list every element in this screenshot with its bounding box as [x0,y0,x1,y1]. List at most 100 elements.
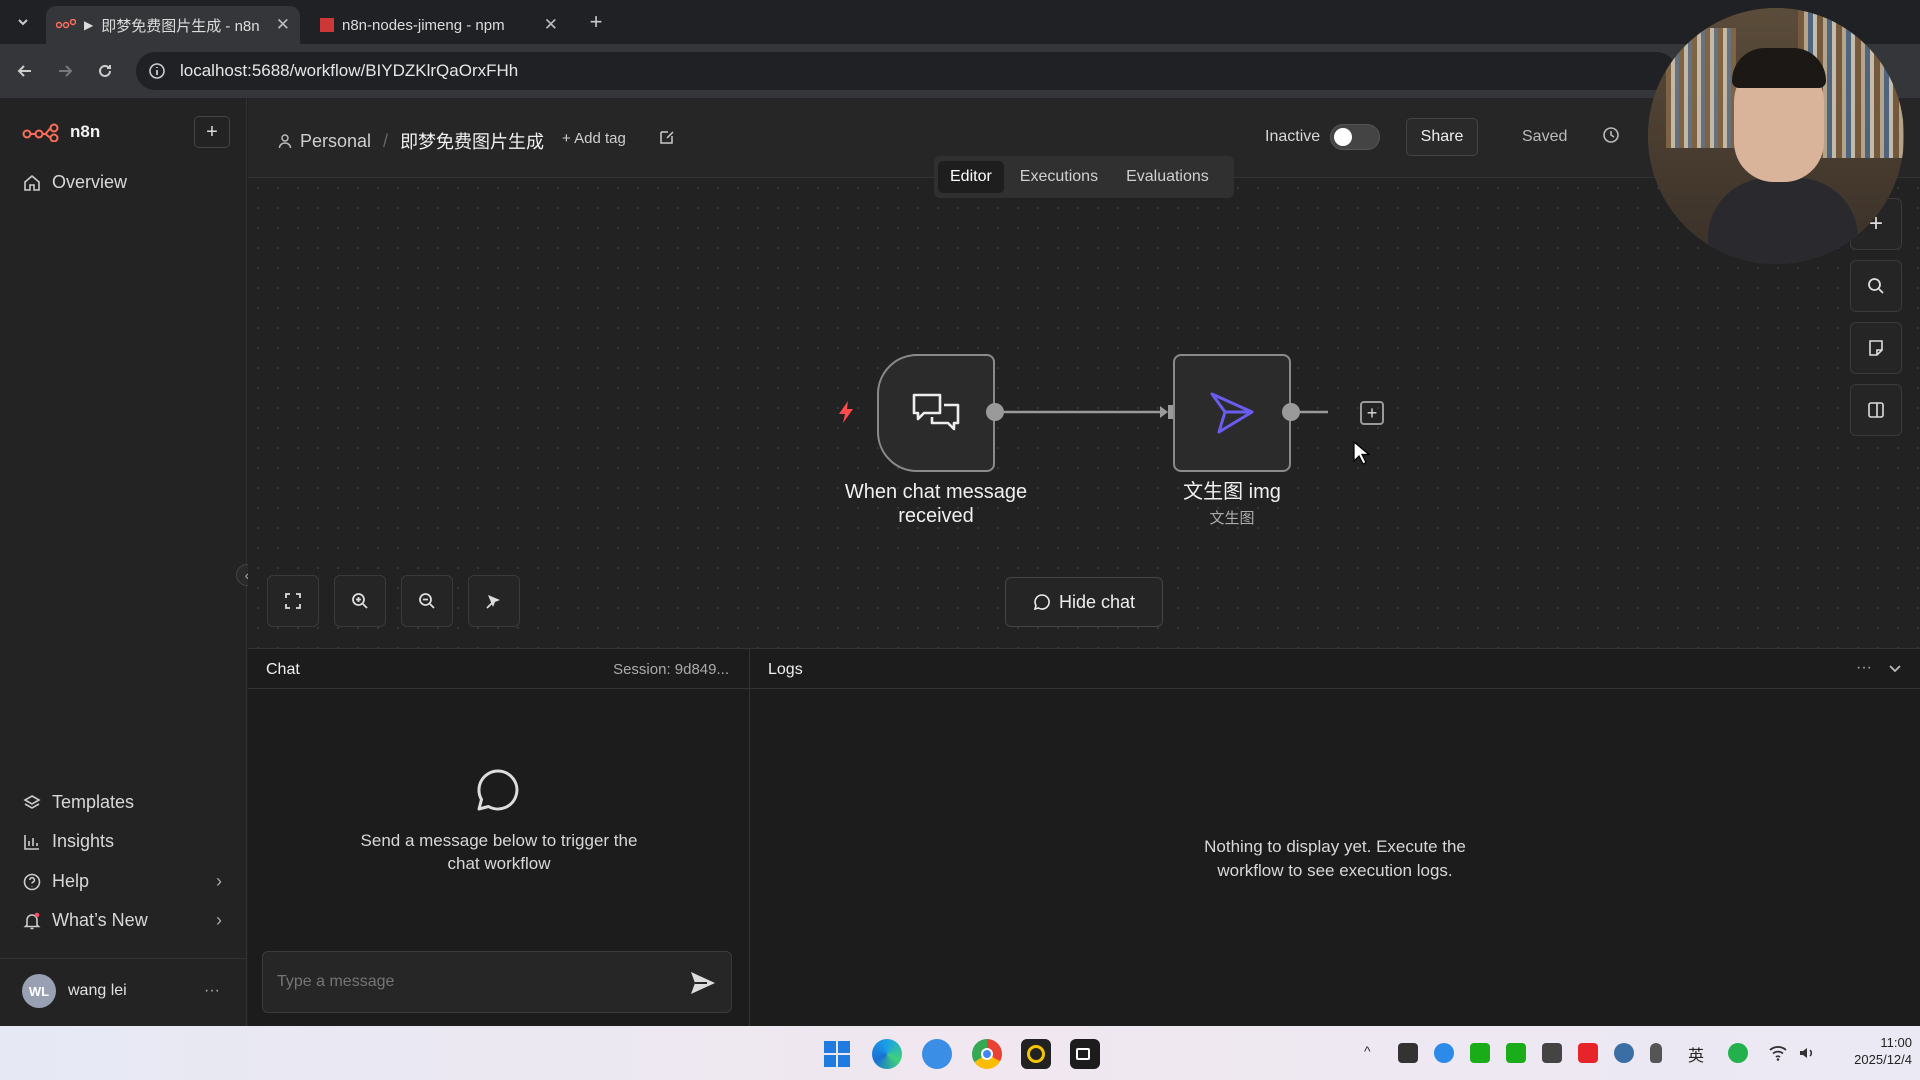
sidebar-item-whats-new[interactable]: What’s New › [22,910,222,931]
recorder-app-icon[interactable] [1021,1039,1051,1069]
avatar: WL [22,974,56,1008]
sidebar-item-help[interactable]: Help › [22,871,222,892]
fit-view-button[interactable] [267,575,319,627]
session-id[interactable]: Session: 9d849... [613,661,729,678]
n8n-favicon-icon [56,19,76,29]
add-tag-button[interactable]: + Add tag [562,130,626,147]
message-input-box [262,951,732,1013]
zoom-in-icon [352,593,368,609]
sidebar-item-label: What’s New [52,910,148,930]
clock-date: 2025/12/4 [1854,1052,1912,1067]
search-nodes-button[interactable] [1850,260,1902,312]
sync-icon[interactable] [1614,1043,1634,1063]
sidebar-item-label: Overview [52,172,128,192]
close-tab-icon[interactable]: ✕ [544,15,558,35]
share-button[interactable]: Share [1406,118,1478,156]
tray-app-icon[interactable] [1434,1043,1454,1063]
logs-empty-text: Nothing to display yet. Execute the work… [1204,837,1466,880]
workflow-name[interactable]: 即梦免费图片生成 [400,128,544,154]
project-link[interactable]: Personal [300,131,371,152]
hide-chat-button[interactable]: Hide chat [1005,577,1163,627]
clock[interactable]: 11:00 2025/12/4 [1832,1034,1912,1068]
start-menu-icon[interactable] [822,1039,852,1069]
edge-browser-icon[interactable] [872,1039,902,1069]
sidebar-item-insights[interactable]: Insights [22,831,114,852]
node-text-to-image[interactable] [1173,354,1291,472]
tab-executions[interactable]: Executions [1008,161,1110,193]
sidebar: n8n + Overview Templates Insights Help ›… [0,98,247,1026]
volume-icon[interactable] [1798,1044,1816,1062]
create-button[interactable]: + [194,116,230,148]
divider [0,958,247,959]
chrome-icon[interactable] [972,1039,1002,1069]
tab-editor[interactable]: Editor [938,161,1004,193]
send-arrow-icon [1210,392,1254,434]
toggle-panel-button[interactable] [1850,384,1902,436]
forward-icon[interactable] [52,58,78,84]
reload-icon[interactable] [92,58,118,84]
tab-list-chevron-icon[interactable] [10,9,36,35]
node-chat-trigger[interactable] [877,354,995,472]
add-next-node-icon[interactable]: + [1360,401,1384,425]
logs-title: Logs [768,661,803,678]
zoom-in-button[interactable] [334,575,386,627]
docker-icon[interactable] [922,1039,952,1069]
brand-name: n8n [70,122,101,141]
wechat-icon[interactable] [1470,1043,1490,1063]
output-handle[interactable] [986,403,1004,421]
browser-tab-npm[interactable]: n8n-nodes-jimeng - npm ✕ [310,6,568,44]
output-handle[interactable] [1282,403,1300,421]
chevron-right-icon: › [216,910,222,930]
chat-empty-icon [477,769,519,811]
active-status-label: Inactive [1265,128,1321,145]
active-toggle[interactable] [1330,124,1380,150]
close-tab-icon[interactable]: ✕ [276,15,290,35]
send-icon[interactable] [689,970,717,996]
tray-app-icon[interactable] [1398,1043,1418,1063]
node-subtitle: 文生图 [1209,510,1255,527]
breadcrumb: Personal / 即梦免费图片生成 [278,128,544,154]
microphone-icon[interactable] [1650,1043,1662,1063]
tray-overflow-icon[interactable]: ^ [1364,1043,1384,1063]
logs-more-icon[interactable]: ··· [1856,659,1872,677]
url-text: localhost:5688/workflow/BIYDZKlrQaOrxFHh [180,61,519,80]
user-menu[interactable]: WL wang lei [22,974,127,1008]
sidebar-item-templates[interactable]: Templates [22,792,134,813]
zoom-out-button[interactable] [401,575,453,627]
toggle-knob [1334,128,1352,146]
chat-bubbles-icon [912,393,960,431]
tray-app-icon[interactable] [1728,1043,1748,1063]
tidy-up-button[interactable] [468,575,520,627]
url-field[interactable]: localhost:5688/workflow/BIYDZKlrQaOrxFHh [136,52,1676,90]
youdao-icon[interactable] [1578,1043,1598,1063]
magic-wand-icon [486,595,500,609]
home-icon [24,174,40,191]
insights-icon [24,834,39,850]
help-icon [23,873,41,890]
bookshelf [1666,28,1736,148]
message-input[interactable] [277,970,657,994]
wifi-icon[interactable] [1768,1044,1788,1062]
history-icon[interactable] [1601,125,1621,145]
brand[interactable]: n8n [22,122,100,142]
new-tab-icon[interactable]: + [583,9,609,35]
edit-description-icon[interactable] [654,124,680,150]
logs-panel-header: Logs ··· [750,649,1920,689]
tray-app-icon[interactable] [1542,1043,1562,1063]
browser-tab-n8n[interactable]: ▶ 即梦免费图片生成 - n8n ✕ [46,6,300,44]
chat-panel-header: Chat Session: 9d849... [248,649,749,689]
sticky-note-button[interactable] [1850,322,1902,374]
ime-indicator[interactable]: 英 [1688,1042,1704,1066]
sidebar-item-overview[interactable]: Overview [22,172,127,193]
site-info-icon[interactable] [148,62,166,80]
back-icon[interactable] [12,58,38,84]
more-icon[interactable]: ··· [204,982,220,1000]
search-icon [1868,278,1884,294]
wechat-icon[interactable] [1506,1043,1526,1063]
browser-tab-bar: ▶ 即梦免费图片生成 - n8n ✕ n8n-nodes-jimeng - np… [0,0,1920,44]
camera-app-icon[interactable] [1070,1039,1100,1069]
trigger-bolt-icon [839,401,853,423]
tab-evaluations[interactable]: Evaluations [1114,161,1221,193]
node-title: 文生图 img [1183,481,1281,503]
collapse-logs-icon[interactable] [1888,663,1902,675]
